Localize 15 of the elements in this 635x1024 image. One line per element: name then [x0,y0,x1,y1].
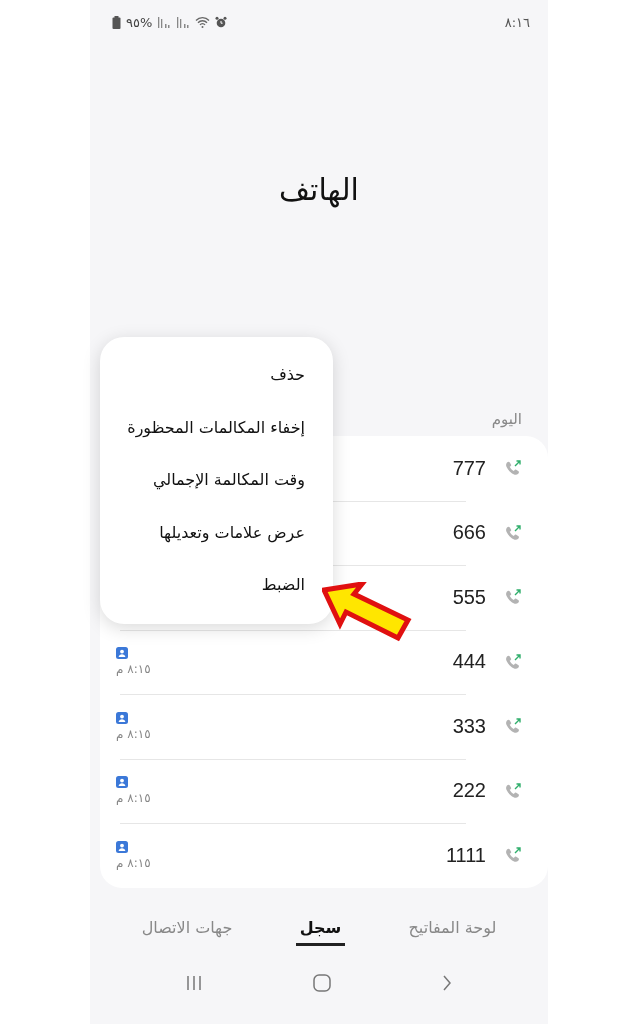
phone-number: 777 [452,456,486,480]
screen-title: الهاتف [278,171,360,210]
status-time: ٨:١٦ [504,14,530,30]
section-heading: اليوم [491,410,522,428]
call-time: ٨:١٥ م [116,791,151,806]
call-time: ٨:١٥ م [116,662,151,677]
call-time: ٨:١٥ م [116,726,151,741]
phone-number: 222 [452,779,486,803]
phone-number: 666 [452,521,486,545]
call-time: ٨:١٥ م [116,855,151,870]
phone-number: 444 [452,650,486,674]
phone-number: 333 [452,714,486,738]
battery-percent: %٩٥ [126,14,153,30]
phone-number: 1111 [445,843,486,867]
phone-number: 555 [452,585,486,609]
